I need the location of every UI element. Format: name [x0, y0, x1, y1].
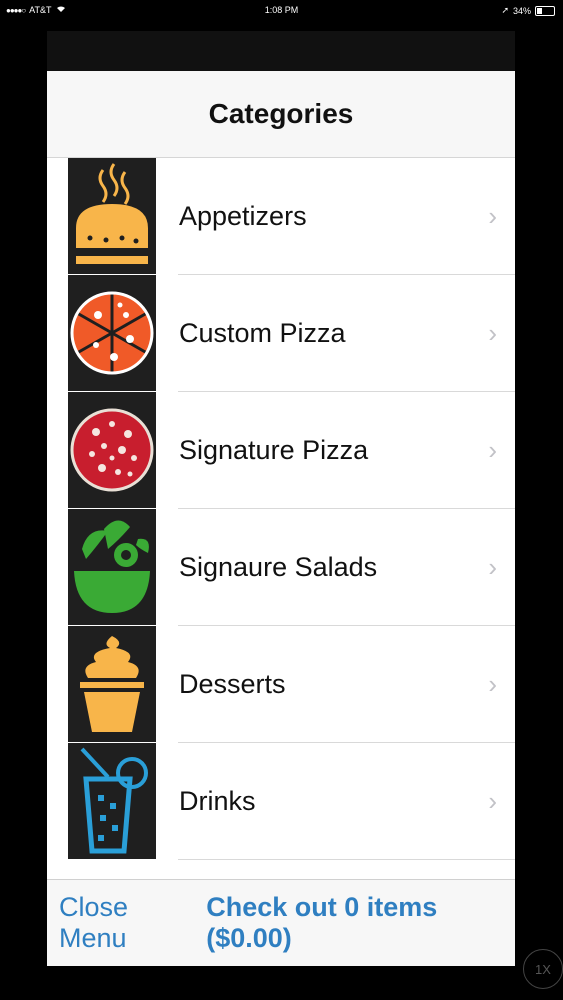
- cupcake-icon: [68, 626, 156, 742]
- category-label: Signature Pizza: [179, 435, 369, 465]
- chevron-right-icon: ›: [488, 318, 497, 348]
- chevron-right-icon: ›: [488, 435, 497, 465]
- pizza-slices-icon: [68, 275, 156, 391]
- battery-percent: 34%: [512, 5, 531, 16]
- chevron-right-icon: ›: [488, 669, 497, 699]
- category-row-appetizers[interactable]: Appetizers ›: [47, 158, 515, 275]
- bread-icon: [68, 158, 156, 274]
- battery-fill: [537, 7, 543, 14]
- category-row-signature-pizza[interactable]: Signature Pizza ›: [47, 392, 515, 509]
- modal-header: Categories: [47, 71, 515, 158]
- close-menu-button[interactable]: Close Menu: [59, 892, 196, 954]
- status-bar: ●●●●○ AT&T 1:08 PM ➚ 34%: [0, 0, 563, 22]
- category-label: Appetizers: [179, 201, 307, 231]
- categories-modal: Categories Appetizers › Custom Pizza › S…: [47, 31, 515, 966]
- location-icon: ➚: [501, 5, 509, 15]
- modal-topbar: [47, 31, 515, 71]
- salad-bowl-icon: [68, 509, 156, 625]
- category-label: Signaure Salads: [179, 552, 378, 582]
- drink-glass-icon: [68, 743, 156, 859]
- bottom-bar: Close Menu Check out 0 items ($0.00): [47, 879, 515, 966]
- clock: 1:08 PM: [264, 5, 299, 15]
- category-label: Custom Pizza: [179, 318, 346, 348]
- category-label: Drinks: [179, 786, 256, 816]
- battery-icon: [535, 5, 555, 16]
- category-label: Desserts: [179, 669, 286, 699]
- category-list: Appetizers › Custom Pizza › Signature Pi…: [47, 158, 515, 860]
- chevron-right-icon: ›: [488, 552, 497, 582]
- row-divider: [178, 859, 515, 860]
- status-right: ➚ 34%: [501, 5, 555, 16]
- checkout-button[interactable]: Check out 0 items ($0.00): [206, 892, 515, 954]
- page-title: Categories: [208, 98, 354, 129]
- pizza-icon: [68, 392, 156, 508]
- category-row-drinks[interactable]: Drinks ›: [47, 743, 515, 860]
- speed-badge[interactable]: 1X: [523, 949, 563, 989]
- chevron-right-icon: ›: [488, 786, 497, 816]
- chevron-right-icon: ›: [488, 201, 497, 231]
- category-row-custom-pizza[interactable]: Custom Pizza ›: [47, 275, 515, 392]
- category-row-signature-salads[interactable]: Signaure Salads ›: [47, 509, 515, 626]
- category-row-desserts[interactable]: Desserts ›: [47, 626, 515, 743]
